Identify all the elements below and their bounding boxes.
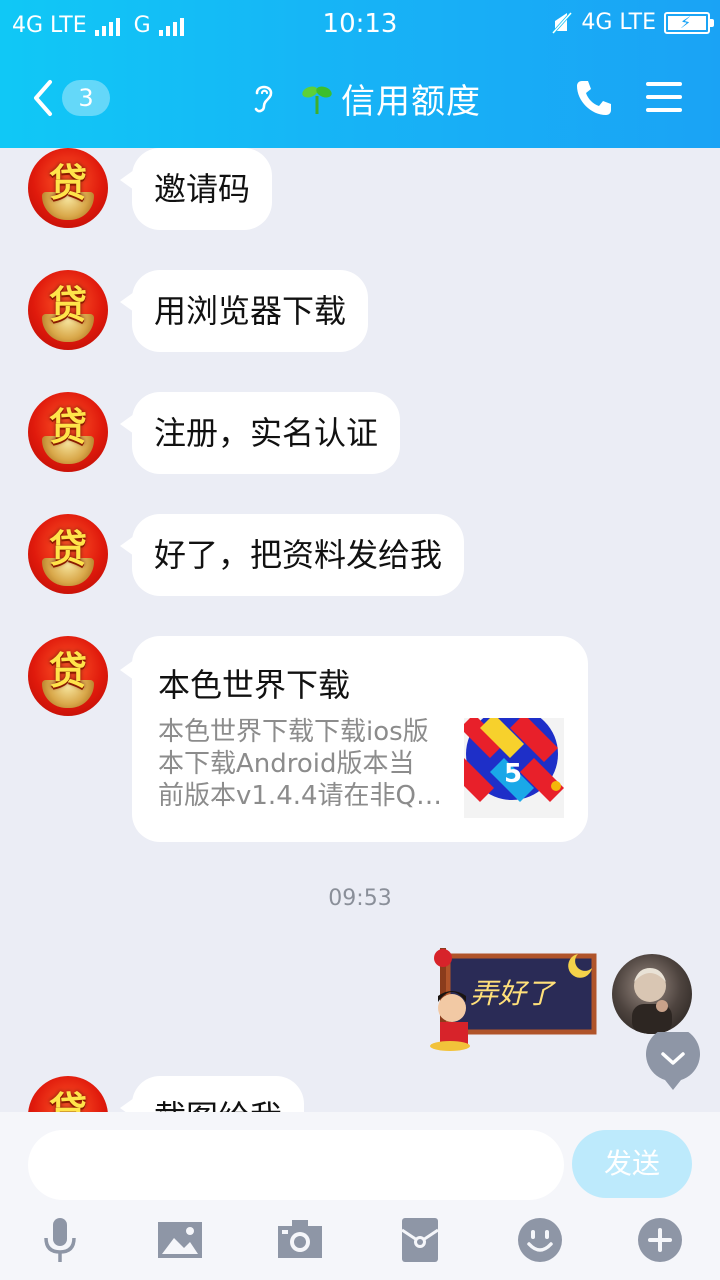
message-bubble[interactable]: 好了，把资料发给我 [119,514,465,596]
my-avatar[interactable] [612,954,692,1034]
contact-avatar[interactable]: 贷 [28,392,108,472]
plus-icon[interactable] [636,1216,684,1264]
status-bar: 4G LTE G 10:13 4G LTE ⚡ [0,0,720,50]
message-list[interactable]: 贷 邀请码 贷 用浏览器下载 贷 注册，实名认证 贷 好了，把资料发给我 贷 本… [0,148,720,1112]
network-label-right: 4G LTE [581,10,656,35]
link-card-description: 本色世界下载下载ios版 本下载Android版本当 前版本v1.4.4请在非Q… [158,716,450,812]
camera-icon[interactable] [276,1216,324,1264]
ear-icon[interactable] [249,79,279,117]
emoji-icon[interactable] [516,1216,564,1264]
image-icon[interactable] [156,1216,204,1264]
menu-icon[interactable] [646,80,682,114]
link-card-desc-line: 前版本v1.4.4请在非Q… [158,781,443,811]
contact-avatar[interactable]: 贷 [28,270,108,350]
chat-header: 4G LTE G 10:13 4G LTE ⚡ 3 信用额度 [0,0,720,148]
message-bubble[interactable]: 邀请码 [119,148,273,230]
link-share-card[interactable]: 本色世界下载 本色世界下载下载ios版 本下载Android版本当 前版本v1.… [120,636,588,842]
message-bubble[interactable]: 注册，实名认证 [119,392,401,474]
scroll-to-bottom-icon[interactable] [646,1032,700,1092]
timestamp: 09:53 [328,886,392,911]
app-logo-thumbnail: 5 [464,718,564,818]
message-input[interactable] [28,1130,564,1200]
contact-avatar[interactable]: 贷 [28,1076,108,1112]
contact-avatar[interactable]: 贷 [28,148,108,228]
chat-title: 信用额度 [341,81,481,122]
sticker-message[interactable]: 弄好了 [428,946,598,1052]
svg-text:5: 5 [504,759,522,789]
contact-avatar[interactable]: 贷 [28,514,108,594]
link-card-desc-line: 本色世界下载下载ios版 [158,717,429,747]
red-packet-icon[interactable] [396,1216,444,1264]
link-card-title: 本色世界下载 [158,666,351,704]
message-bubble[interactable]: 用浏览器下载 [119,270,369,352]
microphone-icon[interactable] [36,1216,84,1264]
battery-icon: ⚡ [664,11,714,34]
phone-call-icon[interactable] [574,78,614,118]
mute-icon [552,11,573,34]
contact-avatar[interactable]: 贷 [28,636,108,716]
input-bar: 发送 [0,1112,720,1280]
sprout-icon [302,86,332,114]
link-card-desc-line: 本下载Android版本当 [158,749,415,779]
send-button[interactable]: 发送 [572,1130,692,1198]
status-right: 4G LTE ⚡ [551,10,714,35]
sticker-text: 弄好了 [470,977,555,1010]
message-bubble[interactable]: 截图给我 [119,1076,305,1112]
